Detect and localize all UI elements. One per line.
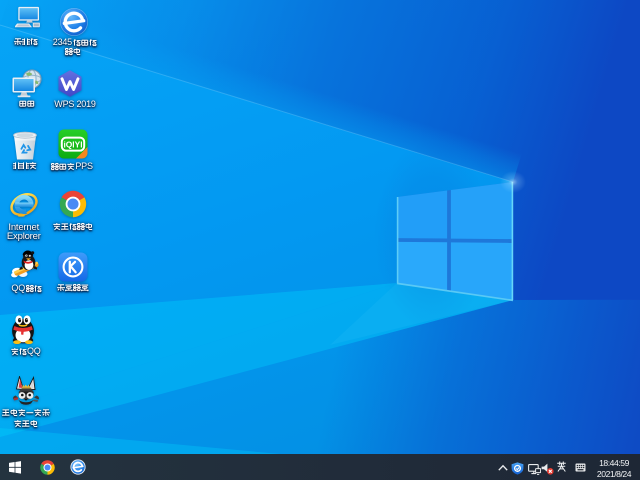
svg-text:iQIYI: iQIYI xyxy=(63,140,82,150)
